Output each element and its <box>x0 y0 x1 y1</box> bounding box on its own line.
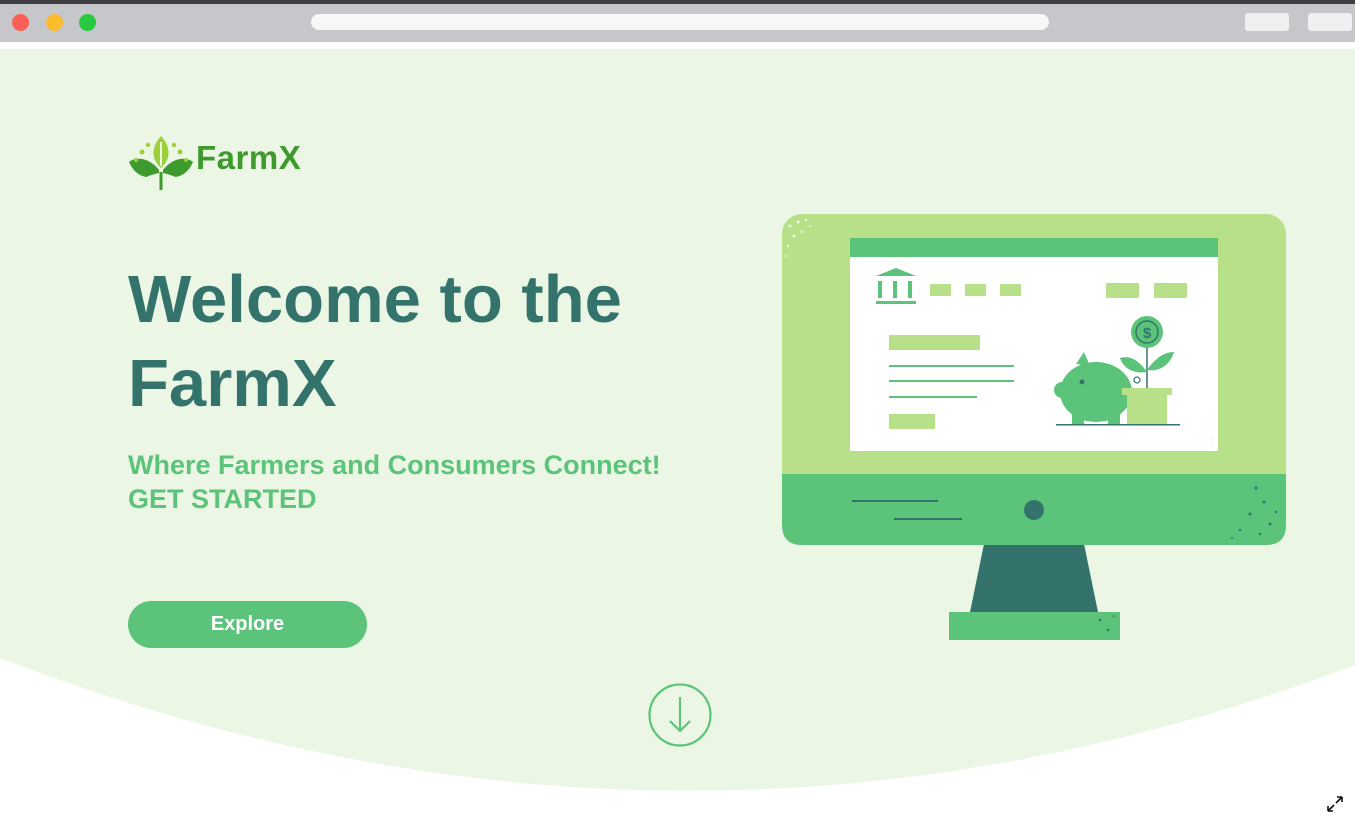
expand-icon[interactable] <box>1325 794 1345 814</box>
minimize-window-button[interactable] <box>46 14 63 31</box>
chrome-divider <box>0 42 1355 49</box>
page-title: Welcome to the FarmX <box>128 258 728 426</box>
tagline-text: Where Farmers and Consumers Connect! <box>128 450 661 480</box>
brand-name[interactable]: FarmX <box>196 139 301 177</box>
close-window-button[interactable] <box>12 14 29 31</box>
hero-tagline: Where Farmers and Consumers Connect! GET… <box>128 448 748 516</box>
address-bar[interactable] <box>311 14 1049 30</box>
title-line-1: Welcome to the <box>128 262 622 337</box>
explore-button[interactable]: Explore <box>128 601 367 648</box>
toolbar-button[interactable] <box>1245 13 1289 31</box>
toolbar-button[interactable] <box>1308 13 1352 31</box>
browser-chrome <box>0 0 1355 42</box>
title-line-2: FarmX <box>128 346 337 421</box>
arrow-down-circle-icon[interactable] <box>648 683 712 747</box>
get-started-text: GET STARTED <box>128 484 317 514</box>
svg-text:$: $ <box>1143 325 1152 342</box>
monitor-piggy-bank-illustration: $ <box>782 214 1286 640</box>
maximize-window-button[interactable] <box>79 14 96 31</box>
